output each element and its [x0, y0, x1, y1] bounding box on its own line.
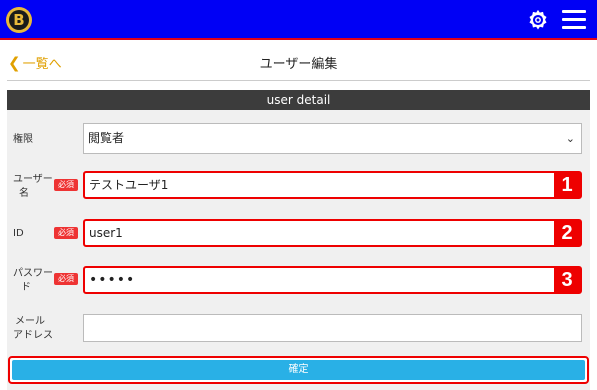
- password-label: パスワード: [13, 268, 53, 293]
- top-header: B: [0, 0, 597, 40]
- role-label: 権限: [13, 134, 33, 145]
- logo-letter: B: [9, 10, 29, 30]
- user-detail-panel: user detail 権限 閲覧者 ⌄ ユーザー名 必須 テストユーザ1 1 …: [7, 90, 590, 390]
- confirm-button[interactable]: 確定: [8, 356, 589, 384]
- username-input[interactable]: テストユーザ1: [83, 171, 582, 199]
- gear-icon[interactable]: [527, 9, 549, 31]
- panel-heading: user detail: [7, 90, 590, 110]
- logo[interactable]: B: [6, 7, 32, 33]
- required-badge: 必須: [54, 179, 78, 191]
- role-select-value: 閲覧者: [88, 131, 125, 145]
- confirm-button-label: 確定: [12, 360, 585, 380]
- marker-1: 1: [554, 172, 580, 198]
- required-badge: 必須: [54, 227, 78, 239]
- id-label: ID: [13, 228, 24, 239]
- marker-2: 2: [554, 220, 580, 246]
- marker-3: 3: [554, 267, 580, 293]
- email-input[interactable]: [83, 314, 582, 342]
- required-badge: 必須: [54, 273, 78, 285]
- chevron-down-icon: ⌄: [565, 132, 575, 145]
- page-title: ユーザー編集: [259, 57, 338, 72]
- role-select[interactable]: 閲覧者 ⌄: [83, 123, 582, 154]
- password-input[interactable]: •••••: [83, 266, 582, 294]
- email-label: メール アドレス: [13, 316, 53, 341]
- id-input[interactable]: user1: [83, 219, 582, 247]
- username-label: ユーザー名: [13, 174, 53, 199]
- hamburger-icon[interactable]: [562, 10, 586, 30]
- divider: [7, 80, 590, 81]
